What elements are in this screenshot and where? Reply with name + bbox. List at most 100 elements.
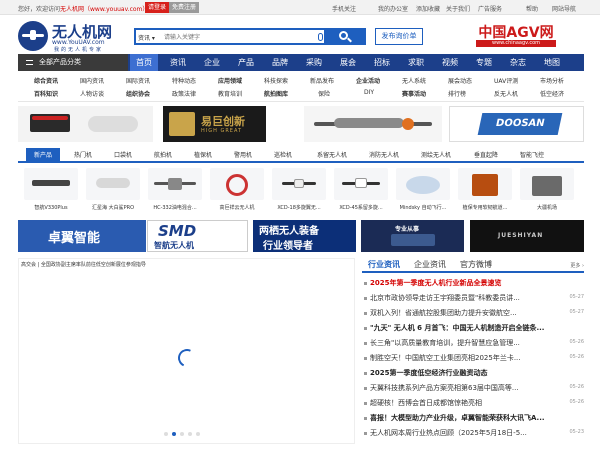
tab-firefighting[interactable]: 消防无人机: [360, 148, 408, 163]
subcat-link[interactable]: UAV评测: [494, 76, 518, 85]
ad-banner-3[interactable]: [304, 106, 442, 142]
tab-company-news[interactable]: 企业资讯: [414, 259, 446, 270]
subcat-link[interactable]: 综合资讯: [34, 76, 58, 85]
subcat-link[interactable]: 市场分析: [540, 76, 564, 85]
subcat-link[interactable]: 新品发布: [310, 76, 334, 85]
mobile-follow-link[interactable]: 手机关注: [332, 4, 356, 13]
news-item[interactable]: 2025第一季度低空经济行业融资动态: [362, 366, 584, 380]
tab-crop[interactable]: 植保机: [186, 148, 220, 163]
news-slider[interactable]: 高交会 | 全国政协副主席率队前往低空创新展位参观指导: [18, 258, 355, 444]
subcat-link[interactable]: 人物访谈: [80, 89, 104, 98]
news-item[interactable]: 北京市政协领导走访王宇翔委员暨"科教委员讲... 05-27: [362, 291, 584, 305]
subcat-link[interactable]: 无人系统: [402, 76, 426, 85]
logo-icon[interactable]: [18, 21, 48, 51]
welcome-site-link[interactable]: 无人机网（www.youuav.com）: [60, 6, 148, 13]
ad-banner-smd[interactable]: SMD 智航无人机: [147, 220, 248, 252]
news-item[interactable]: 制胜空天！中国航空工业集团亮相2025年兰卡... 05-26: [362, 351, 584, 365]
ad-banner-4[interactable]: DOOSAN: [449, 106, 584, 142]
nav-jobs[interactable]: 求职: [402, 54, 430, 71]
product-card[interactable]: Mindsky 自动飞行...: [392, 166, 454, 212]
news-title[interactable]: 制胜空天！中国航空工业集团亮相2025年兰卡...: [370, 353, 554, 363]
register-button[interactable]: 免费注册: [169, 2, 200, 13]
subcat-link[interactable]: 应用领域: [218, 76, 242, 85]
about-us-link[interactable]: 关于我们: [446, 4, 470, 13]
nav-products[interactable]: 产品: [232, 54, 260, 71]
ad-banner-amphibious[interactable]: 两栖无人装备 行业领导者: [253, 220, 356, 252]
product-card[interactable]: 智航V330Plus: [20, 166, 82, 212]
ad-banner-zhuoyi[interactable]: 卓翼智能: [18, 220, 146, 252]
microphone-icon[interactable]: [318, 33, 323, 41]
subcat-link[interactable]: 国际资讯: [126, 76, 150, 85]
tab-tethered[interactable]: 系留无人机: [308, 148, 356, 163]
news-title[interactable]: 无人机网本周行业热点回顾（2025年5月18日-5...: [370, 428, 554, 438]
subcat-link[interactable]: 展会动态: [448, 76, 472, 85]
news-item[interactable]: 天翼科技携系列产品方案亮相第63届中国高等... 05-26: [362, 381, 584, 395]
ad-service-link[interactable]: 广告服务: [478, 4, 502, 13]
product-card[interactable]: 高巨祥云无人机: [206, 166, 268, 212]
news-title[interactable]: "九天" 无人机 6 月首飞：中国无人机制造开启全链条...: [370, 323, 554, 333]
my-office-link[interactable]: 我的办公室: [378, 4, 408, 13]
news-title[interactable]: 超硬核！西博会首日成都馆惊艳亮相: [370, 398, 554, 408]
nav-topics[interactable]: 专题: [470, 54, 498, 71]
news-item[interactable]: 2025年第一季度无人机行业新品全景速览: [362, 276, 584, 290]
nav-home[interactable]: 首页: [130, 54, 158, 71]
tab-police[interactable]: 警用机: [226, 148, 260, 163]
nav-companies[interactable]: 企业: [198, 54, 226, 71]
slider-dot[interactable]: [188, 432, 192, 436]
news-title[interactable]: 喜报！大模型助力产业升级，卓翼智能荣获科大讯飞A...: [370, 413, 554, 423]
product-card[interactable]: XCD-45系留多旋...: [330, 166, 392, 212]
tab-pocket[interactable]: 口袋机: [106, 148, 140, 163]
nav-purchase[interactable]: 采购: [300, 54, 328, 71]
nav-video[interactable]: 视频: [436, 54, 464, 71]
post-inquiry-button[interactable]: 发布询价单: [375, 28, 423, 45]
tab-new-products[interactable]: 新产品: [26, 148, 60, 163]
subcat-link[interactable]: 保险: [318, 89, 330, 98]
add-favorite-link[interactable]: 添加收藏: [416, 4, 440, 13]
tab-hot[interactable]: 热门机: [66, 148, 100, 163]
product-card[interactable]: 汇星海 大白鲨PRO: [82, 166, 144, 212]
product-card[interactable]: XCD-18多旋翼无...: [268, 166, 330, 212]
tab-industry-news[interactable]: 行业资讯: [368, 259, 400, 270]
search-button[interactable]: [324, 28, 366, 45]
nav-news[interactable]: 资讯: [164, 54, 192, 71]
more-link[interactable]: 更多 ›: [570, 262, 584, 269]
tab-inspection[interactable]: 巡检机: [266, 148, 300, 163]
ad-banner-2[interactable]: 易巨创新 HIGH GREAT: [163, 106, 266, 142]
news-item[interactable]: 超硬核！西博会首日成都馆惊艳亮相 05-26: [362, 396, 584, 410]
slider-dot[interactable]: [164, 432, 168, 436]
news-title[interactable]: 2025年第一季度无人机行业新品全景速览: [370, 278, 554, 288]
subcat-link[interactable]: 反无人机: [494, 89, 518, 98]
nav-brands[interactable]: 品牌: [266, 54, 294, 71]
tab-surveying[interactable]: 测绘无人机: [412, 148, 460, 163]
agv-ad-logo[interactable]: 中国AGV网 www.chinaagv.com: [448, 22, 584, 48]
news-item[interactable]: 无人机网本周行业热点回顾（2025年5月18日-5... 05-23: [362, 426, 584, 440]
product-card[interactable]: 植保专用软韧航道...: [454, 166, 516, 212]
slider-dot[interactable]: [180, 432, 184, 436]
login-button[interactable]: 请登录: [145, 2, 170, 13]
subcat-link[interactable]: 企业活动: [356, 76, 380, 85]
news-item[interactable]: "九天" 无人机 6 月首飞：中国无人机制造开启全链条...: [362, 321, 584, 335]
all-products-menu[interactable]: 全部产品分类: [18, 54, 128, 71]
news-title[interactable]: 双机入列！省通航控股集团助力提升安徽航空...: [370, 308, 554, 318]
slider-dot[interactable]: [196, 432, 200, 436]
subcat-link[interactable]: 赛事活动: [402, 89, 426, 98]
slider-caption[interactable]: 高交会 | 全国政协副主席率队前往低空创新展位参观指导: [21, 261, 146, 268]
search-input[interactable]: [164, 31, 314, 43]
subcat-link[interactable]: 特种动态: [172, 76, 196, 85]
subcat-link[interactable]: 教育培训: [218, 89, 242, 98]
subcat-link[interactable]: 航拍图库: [264, 89, 288, 98]
subcat-link[interactable]: 政策法律: [172, 89, 196, 98]
subcat-link[interactable]: 组织协会: [126, 89, 150, 98]
news-title[interactable]: 长三角"以高质量教育培训，提升智慧应急管理...: [370, 338, 554, 348]
tab-flight-control[interactable]: 智能飞控: [512, 148, 552, 163]
nav-map[interactable]: 地图: [538, 54, 566, 71]
ad-banner-professional[interactable]: 专业从事: [361, 220, 464, 252]
news-title[interactable]: 天翼科技携系列产品方案亮相第63届中国高等...: [370, 383, 554, 393]
slider-dot-active[interactable]: [172, 432, 176, 436]
subcat-link[interactable]: 科技探索: [264, 76, 288, 85]
news-title[interactable]: 北京市政协领导走访王宇翔委员暨"科教委员讲...: [370, 293, 554, 303]
product-card[interactable]: HC-332油电混合...: [144, 166, 206, 212]
subcat-link[interactable]: 低空经济: [540, 89, 564, 98]
news-item[interactable]: 双机入列！省通航控股集团助力提升安徽航空... 05-27: [362, 306, 584, 320]
help-link[interactable]: 帮助: [526, 4, 538, 13]
